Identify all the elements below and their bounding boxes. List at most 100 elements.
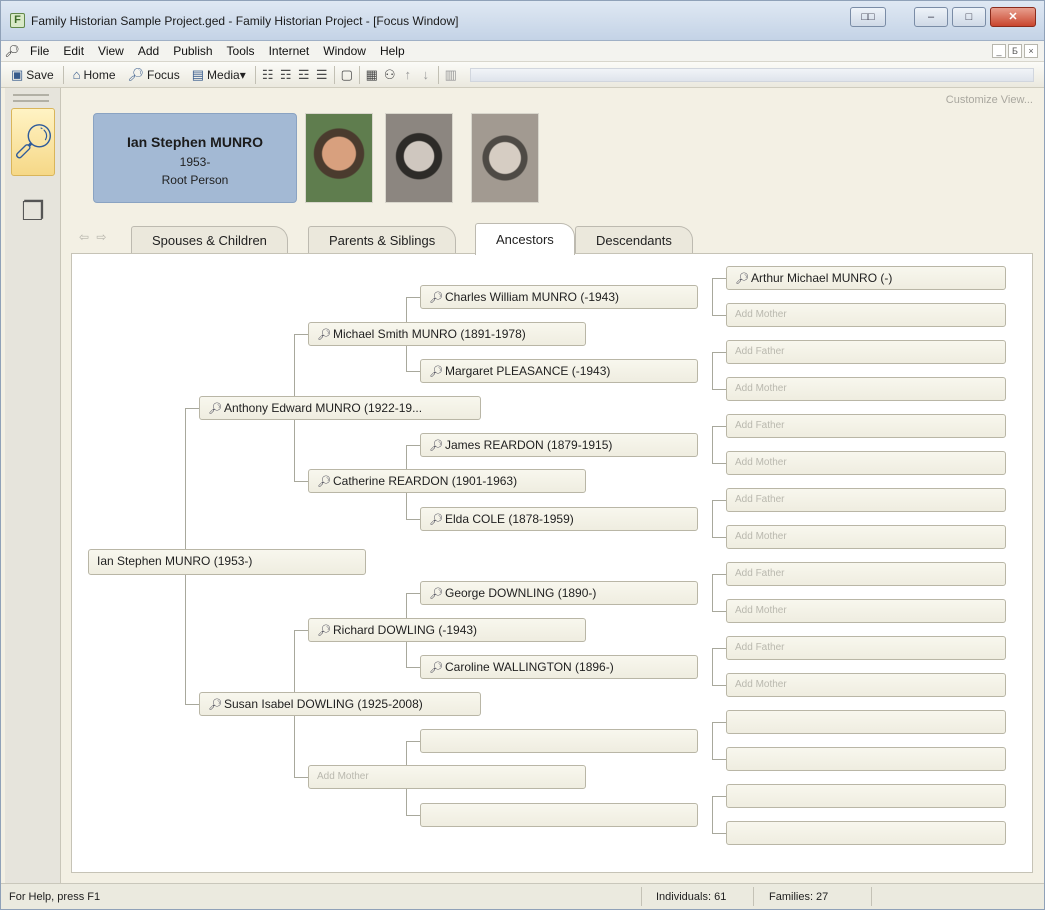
connector-line xyxy=(406,445,420,446)
add-mother-label: Add Mother xyxy=(735,605,787,616)
add-father-box[interactable]: Add Father xyxy=(726,488,1006,512)
great-grandparent-box[interactable]: 🔎︎ James REARDON (1879-1915) xyxy=(420,433,698,457)
connector-line xyxy=(406,667,420,668)
menu-edit[interactable]: Edit xyxy=(56,44,91,58)
grandparent-box[interactable]: 🔎︎ Richard DOWLING (-1943) xyxy=(308,618,586,642)
media-button[interactable]: ▤ Media▾ xyxy=(186,64,252,86)
connector-line xyxy=(406,593,420,594)
add-father-box[interactable]: Add Father xyxy=(726,414,1006,438)
magnifier-icon[interactable]: 🔎︎ xyxy=(317,620,333,641)
magnifier-icon[interactable]: 🔎︎ xyxy=(429,657,445,678)
great-grandparent-box[interactable]: 🔎︎ George DOWNLING (1890-) xyxy=(420,581,698,605)
tab-parents-siblings[interactable]: Parents & Siblings xyxy=(308,226,457,254)
menu-publish[interactable]: Publish xyxy=(166,44,219,58)
add-father-box[interactable]: Add Father xyxy=(726,562,1006,586)
lock-icon[interactable]: ▥ xyxy=(442,67,460,83)
person-photo[interactable] xyxy=(471,113,539,203)
focus-button[interactable]: 🔎︎ Focus xyxy=(122,64,186,86)
add-mother-box[interactable]: Add Mother xyxy=(726,525,1006,549)
descendants-layout-icon[interactable]: ☲ xyxy=(295,67,313,83)
properties-icon[interactable]: ▦ xyxy=(363,67,381,83)
father-box[interactable]: 🔎︎ Anthony Edward MUNRO (1922-19... xyxy=(199,396,481,420)
empty-person-box[interactable] xyxy=(726,747,1006,771)
magnifier-icon[interactable]: 🔎︎ xyxy=(1,44,23,58)
person-name: Susan Isabel DOWLING (1925-2008) xyxy=(224,697,423,711)
magnifier-icon[interactable]: 🔎︎ xyxy=(429,435,445,456)
person-photo[interactable] xyxy=(305,113,373,203)
records-window-button[interactable]: ❐ xyxy=(17,196,49,232)
focus-window-button[interactable]: 🔎︎ xyxy=(11,108,55,176)
arrow-up-icon[interactable]: ↑ xyxy=(399,67,417,82)
grandparent-box[interactable]: 🔎︎ Catherine REARDON (1901-1963) xyxy=(308,469,586,493)
binoculars-icon[interactable]: ⚇ xyxy=(381,67,399,83)
app-icon[interactable]: F xyxy=(10,13,25,28)
close-button[interactable]: ✕ xyxy=(990,7,1036,27)
arrow-down-icon[interactable]: ↓ xyxy=(417,67,435,82)
magnifier-icon[interactable]: 🔎︎ xyxy=(208,398,224,419)
menu-add[interactable]: Add xyxy=(131,44,166,58)
minimize-button[interactable]: – xyxy=(914,7,948,27)
add-mother-box[interactable]: Add Mother xyxy=(726,673,1006,697)
view-window-icon[interactable]: ▢ xyxy=(338,67,356,83)
empty-person-box[interactable] xyxy=(726,710,1006,734)
mdi-close-button[interactable]: × xyxy=(1024,44,1038,58)
panel-grip[interactable] xyxy=(13,94,49,102)
great-grandparent-box[interactable]: 🔎︎ Margaret PLEASANCE (-1943) xyxy=(420,359,698,383)
add-mother-box[interactable]: Add Mother xyxy=(726,451,1006,475)
add-mother-box[interactable]: Add Mother xyxy=(308,765,586,789)
great-grandparent-box[interactable]: 🔎︎ Charles William MUNRO (-1943) xyxy=(420,285,698,309)
status-individuals: Individuals: 61 xyxy=(656,891,727,903)
add-mother-box[interactable]: Add Mother xyxy=(726,377,1006,401)
magnifier-icon[interactable]: 🔎︎ xyxy=(208,694,224,715)
tab-descendants[interactable]: Descendants xyxy=(575,226,693,254)
magnifier-icon[interactable]: 🔎︎ xyxy=(317,324,333,345)
status-families: Families: 27 xyxy=(769,891,829,903)
save-button[interactable]: ▣ Save xyxy=(5,64,60,86)
empty-person-box[interactable] xyxy=(726,784,1006,808)
great-great-grandparent-box[interactable]: 🔎︎ Arthur Michael MUNRO (-) xyxy=(726,266,1006,290)
menu-file[interactable]: File xyxy=(23,44,56,58)
menu-tools[interactable]: Tools xyxy=(220,44,262,58)
family-layout-icon[interactable]: ☰ xyxy=(313,67,331,83)
connector-line xyxy=(712,500,726,501)
maximize-button[interactable]: □ xyxy=(952,7,986,27)
ancestors-layout-icon[interactable]: ☶ xyxy=(277,67,295,83)
tab-ancestors[interactable]: Ancestors xyxy=(475,223,575,255)
empty-person-box[interactable] xyxy=(420,729,698,753)
great-grandparent-box[interactable]: 🔎︎ Elda COLE (1878-1959) xyxy=(420,507,698,531)
mdi-minimize-button[interactable]: _ xyxy=(992,44,1006,58)
magnifier-icon[interactable]: 🔎︎ xyxy=(429,509,445,530)
add-father-box[interactable]: Add Father xyxy=(726,340,1006,364)
tree-layout-icon[interactable]: ☷ xyxy=(259,67,277,83)
menu-help[interactable]: Help xyxy=(373,44,412,58)
magnifier-icon[interactable]: 🔎︎ xyxy=(429,361,445,382)
add-mother-label: Add Mother xyxy=(735,383,787,394)
tab-spouses-children[interactable]: Spouses & Children xyxy=(131,226,288,254)
menu-internet[interactable]: Internet xyxy=(262,44,317,58)
window-extra-button[interactable]: □□ xyxy=(850,7,886,27)
magnifier-icon[interactable]: 🔎︎ xyxy=(429,583,445,604)
home-button[interactable]: ⌂ Home xyxy=(67,64,122,86)
status-separator xyxy=(871,887,872,906)
grandparent-box[interactable]: 🔎︎ Michael Smith MUNRO (1891-1978) xyxy=(308,322,586,346)
connector-line xyxy=(185,408,199,409)
status-separator xyxy=(641,887,642,906)
great-grandparent-box[interactable]: 🔎︎ Caroline WALLINGTON (1896-) xyxy=(420,655,698,679)
empty-person-box[interactable] xyxy=(420,803,698,827)
root-person-box[interactable]: Ian Stephen MUNRO (1953-) xyxy=(88,549,366,575)
empty-person-box[interactable] xyxy=(726,821,1006,845)
menu-window[interactable]: Window xyxy=(316,44,373,58)
root-person-card[interactable]: Ian Stephen MUNRO 1953- Root Person xyxy=(93,113,297,203)
magnifier-icon[interactable]: 🔎︎ xyxy=(735,268,751,289)
magnifier-icon[interactable]: 🔎︎ xyxy=(317,471,333,492)
customize-view-link[interactable]: Customize View... xyxy=(946,94,1033,106)
add-mother-box[interactable]: Add Mother xyxy=(726,599,1006,623)
add-father-box[interactable]: Add Father xyxy=(726,636,1006,660)
menu-view[interactable]: View xyxy=(91,44,131,58)
magnifier-icon[interactable]: 🔎︎ xyxy=(429,287,445,308)
mdi-restore-button[interactable]: Б xyxy=(1008,44,1022,58)
person-photo[interactable] xyxy=(385,113,453,203)
add-mother-box[interactable]: Add Mother xyxy=(726,303,1006,327)
mother-box[interactable]: 🔎︎ Susan Isabel DOWLING (1925-2008) xyxy=(199,692,481,716)
history-arrows-icon[interactable]: ⇦ ⇨ xyxy=(79,230,108,244)
